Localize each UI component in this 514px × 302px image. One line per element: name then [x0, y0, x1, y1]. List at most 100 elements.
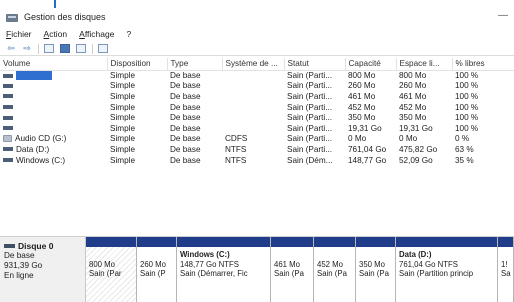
cell-disposition: Simple	[110, 123, 136, 133]
cell-type: De base	[170, 91, 201, 101]
table-row[interactable]: Simple De base Sain (Parti... 461 Mo 461 Mo 1…	[0, 91, 514, 102]
disk-name: Disque 0	[18, 241, 54, 251]
menu-affichage[interactable]: Affichage	[79, 29, 114, 39]
column-header-capacity[interactable]: Capacité	[345, 58, 397, 71]
partition-block[interactable]: Windows (C:) 148,77 Go NTFS Sain (Démarrer…	[177, 237, 271, 302]
partition-block[interactable]: 1! Sa	[498, 237, 514, 302]
minimize-button[interactable]: —	[498, 10, 508, 21]
cell-percent-free: 100 %	[455, 102, 479, 112]
disk-0-info[interactable]: Disque 0 De base 931,39 Go En ligne	[0, 237, 86, 302]
menu-fichier[interactable]: Fichier	[6, 29, 32, 39]
volume-icon	[3, 83, 13, 88]
column-header-status[interactable]: Statut	[284, 58, 346, 71]
column-header-free-space[interactable]: Espace li...	[396, 58, 453, 71]
cell-filesystem: CDFS	[225, 134, 248, 144]
partition-status: Sain (Par	[89, 269, 122, 278]
cell-disposition: Simple	[110, 113, 136, 123]
volume-label: Data (D:)	[16, 144, 50, 154]
partition-status: Sain (Pa	[274, 269, 304, 278]
cell-capacity: 350 Mo	[348, 113, 376, 123]
accent-bar	[54, 0, 56, 8]
cell-volume[interactable]	[0, 123, 107, 134]
list-view-icon[interactable]	[75, 43, 87, 54]
cell-volume[interactable]: Windows (C:)	[0, 155, 107, 166]
table-row[interactable]: Simple De base Sain (Parti... 260 Mo 260 Mo 1…	[0, 81, 514, 92]
cell-type: De base	[170, 144, 201, 154]
cell-percent-free: 100 %	[455, 81, 479, 91]
table-row[interactable]: Simple De base Sain (Parti... 350 Mo 350 Mo 1…	[0, 112, 514, 123]
cell-volume[interactable]	[0, 70, 107, 81]
volume-label: Windows (C:)	[16, 155, 66, 165]
cell-percent-free: 100 %	[455, 71, 479, 81]
partition-header-bar	[498, 237, 513, 247]
partition-size: 148,77 Go NTFS	[180, 259, 239, 269]
cell-filesystem: NTFS	[225, 155, 247, 165]
partition-status: Sain (Partition princip	[399, 269, 474, 278]
cell-status: Sain (Dém...	[287, 155, 333, 165]
partition-block[interactable]: 350 Mo Sain (Pa	[356, 237, 396, 302]
cell-type: De base	[170, 81, 201, 91]
cell-filesystem	[222, 123, 284, 134]
cell-percent-free: 35 %	[455, 155, 474, 165]
cell-capacity: 0 Mo	[348, 134, 367, 144]
table-header-row: Volume Disposition Type Système de ... S…	[0, 58, 514, 71]
column-header-disposition[interactable]: Disposition	[107, 58, 168, 71]
cell-volume[interactable]	[0, 81, 107, 92]
cell-status: Sain (Parti...	[287, 91, 333, 101]
selected-volume-highlight[interactable]	[16, 71, 52, 81]
partition-block[interactable]: 452 Mo Sain (Pa	[314, 237, 356, 302]
cell-filesystem: NTFS	[225, 144, 247, 154]
cell-filesystem	[222, 102, 284, 113]
forward-arrow-icon[interactable]: ⇨	[21, 43, 33, 54]
partition-block[interactable]: 800 Mo Sain (Par	[86, 237, 137, 302]
column-header-volume[interactable]: Volume	[0, 58, 108, 71]
cell-volume[interactable]: Audio CD (G:)	[0, 134, 107, 145]
partition-block[interactable]: Data (D:) 761,04 Go NTFS Sain (Partition p…	[396, 237, 498, 302]
menu-help[interactable]: ?	[126, 29, 131, 39]
cell-disposition: Simple	[110, 144, 136, 154]
table-row[interactable]: Simple De base Sain (Parti... 19,31 Go 19,31…	[0, 123, 514, 134]
table-row[interactable]: Simple De base Sain (Parti... 800 Mo 800 Mo 1…	[0, 70, 514, 81]
partition-status: Sain (Pa	[359, 269, 389, 278]
cell-volume[interactable]: Data (D:)	[0, 144, 107, 155]
cell-percent-free: 100 %	[455, 113, 479, 123]
partition-size: 1!	[501, 259, 508, 269]
volume-list: Volume Disposition Type Système de ... S…	[0, 58, 514, 234]
help-icon[interactable]	[59, 43, 71, 54]
volume-label: Audio CD (G:)	[15, 134, 67, 144]
properties-icon[interactable]	[43, 43, 55, 54]
partition-block[interactable]: 461 Mo Sain (Pa	[271, 237, 314, 302]
volume-icon	[3, 73, 13, 78]
partition-name: Windows (C:)	[180, 250, 230, 259]
cell-volume[interactable]	[0, 112, 107, 123]
menu-action[interactable]: Action	[44, 29, 68, 39]
table-row[interactable]: Audio CD (G:) Simple De base CDFS Sain (Part…	[0, 134, 514, 145]
cell-volume[interactable]	[0, 102, 107, 113]
column-header-percent-free[interactable]: % libres	[452, 58, 514, 71]
cell-capacity: 452 Mo	[348, 102, 376, 112]
disk-status: En ligne	[4, 271, 34, 280]
partition-block[interactable]: 260 Mo Sain (P	[137, 237, 177, 302]
column-header-type[interactable]: Type	[167, 58, 223, 71]
disk-view-icon[interactable]	[97, 43, 109, 54]
table-row[interactable]: Windows (C:) Simple De base NTFS Sain (Dém..…	[0, 155, 514, 166]
column-header-filesystem[interactable]: Système de ...	[222, 58, 285, 71]
table-row[interactable]: Data (D:) Simple De base NTFS Sain (Parti...…	[0, 144, 514, 155]
volume-icon	[3, 105, 13, 110]
toolbar-separator	[38, 43, 39, 54]
table-row[interactable]: Simple De base Sain (Parti... 452 Mo 452 Mo 1…	[0, 102, 514, 113]
cell-free-space: 475,82 Go	[399, 144, 438, 154]
cell-disposition: Simple	[110, 91, 136, 101]
cell-percent-free: 100 %	[455, 123, 479, 133]
disk-management-app-icon	[6, 12, 19, 23]
cell-percent-free: 63 %	[455, 144, 474, 154]
cell-free-space: 19,31 Go	[399, 123, 433, 133]
hard-disk-icon	[4, 244, 15, 248]
volume-table-body: Simple De base Sain (Parti... 800 Mo 800 Mo 1…	[0, 70, 514, 165]
cell-status: Sain (Parti...	[287, 81, 333, 91]
cell-type: De base	[170, 71, 201, 81]
volume-icon	[3, 126, 13, 131]
cell-status: Sain (Parti...	[287, 134, 333, 144]
cell-volume[interactable]	[0, 91, 107, 102]
back-arrow-icon[interactable]: ⇦	[5, 43, 17, 54]
